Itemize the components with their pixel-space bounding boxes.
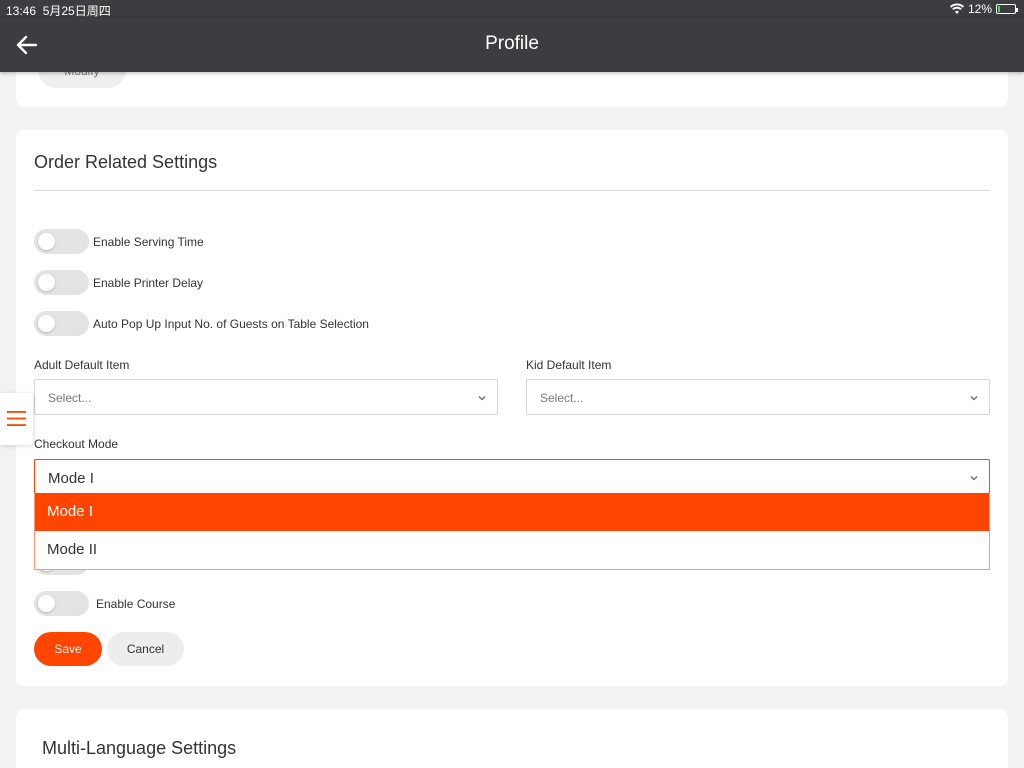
status-indicators: 12% bbox=[949, 2, 1018, 16]
status-time: 13:46 5月25日周四 bbox=[6, 2, 111, 19]
cancel-button[interactable]: Cancel bbox=[107, 632, 184, 666]
checkout-mode-value: Mode I bbox=[48, 470, 94, 487]
side-menu-tab[interactable] bbox=[0, 393, 33, 445]
enable-course-label: Enable Course bbox=[96, 596, 176, 611]
multi-language-card: Multi-Language Settings bbox=[16, 709, 1008, 768]
nav-bar: Profile bbox=[0, 18, 1024, 72]
kid-default-item-placeholder: Select... bbox=[540, 391, 584, 405]
wifi-icon bbox=[949, 3, 964, 14]
enable-course-toggle[interactable] bbox=[34, 591, 89, 616]
guest-popup-toggle[interactable] bbox=[34, 311, 89, 336]
multi-language-title: Multi-Language Settings bbox=[42, 738, 237, 758]
save-button[interactable]: Save bbox=[34, 632, 102, 666]
kid-default-item-label: Kid Default Item bbox=[526, 358, 612, 372]
toggle-row-printer-delay: Enable Printer Delay bbox=[34, 270, 203, 295]
printer-delay-toggle[interactable] bbox=[34, 270, 89, 295]
serving-time-label: Enable Serving Time bbox=[93, 234, 204, 249]
toggle-row-course: Enable Course bbox=[34, 591, 175, 616]
page-title: Profile bbox=[485, 33, 539, 54]
date-text: 5月25日周四 bbox=[42, 4, 111, 18]
status-bar: 13:46 5月25日周四 12% bbox=[0, 0, 1024, 18]
guest-popup-label: Auto Pop Up Input No. of Guests on Table… bbox=[93, 316, 369, 331]
checkout-mode-dropdown: Mode I Mode II bbox=[34, 493, 990, 570]
checkout-mode-select[interactable]: Mode I bbox=[34, 459, 990, 494]
chevron-down-icon bbox=[478, 396, 486, 401]
order-settings-title: Order Related Settings bbox=[34, 152, 218, 172]
checkout-mode-option-mode-i[interactable]: Mode I bbox=[35, 493, 989, 531]
order-settings-card: Order Related Settings Enable Serving Ti… bbox=[16, 130, 1008, 686]
kid-default-item-select[interactable]: Select... bbox=[526, 379, 990, 415]
chevron-down-icon bbox=[970, 476, 978, 481]
clock-text: 13:46 bbox=[6, 4, 37, 18]
toggle-row-serving-time: Enable Serving Time bbox=[34, 229, 204, 254]
checkout-mode-label: Checkout Mode bbox=[34, 437, 119, 451]
toggle-row-guest-popup: Auto Pop Up Input No. of Guests on Table… bbox=[34, 311, 369, 336]
battery-icon bbox=[996, 4, 1018, 14]
printer-delay-label: Enable Printer Delay bbox=[93, 275, 204, 290]
serving-time-toggle[interactable] bbox=[34, 229, 89, 254]
adult-default-item-placeholder: Select... bbox=[48, 391, 92, 405]
battery-percent: 12% bbox=[967, 2, 992, 16]
chevron-down-icon bbox=[970, 396, 978, 401]
adult-default-item-select[interactable]: Select... bbox=[34, 379, 498, 415]
section-divider bbox=[34, 190, 990, 191]
adult-default-item-label: Adult Default Item bbox=[34, 358, 130, 372]
checkout-mode-option-mode-ii[interactable]: Mode II bbox=[35, 531, 989, 569]
menu-icon bbox=[7, 411, 26, 426]
